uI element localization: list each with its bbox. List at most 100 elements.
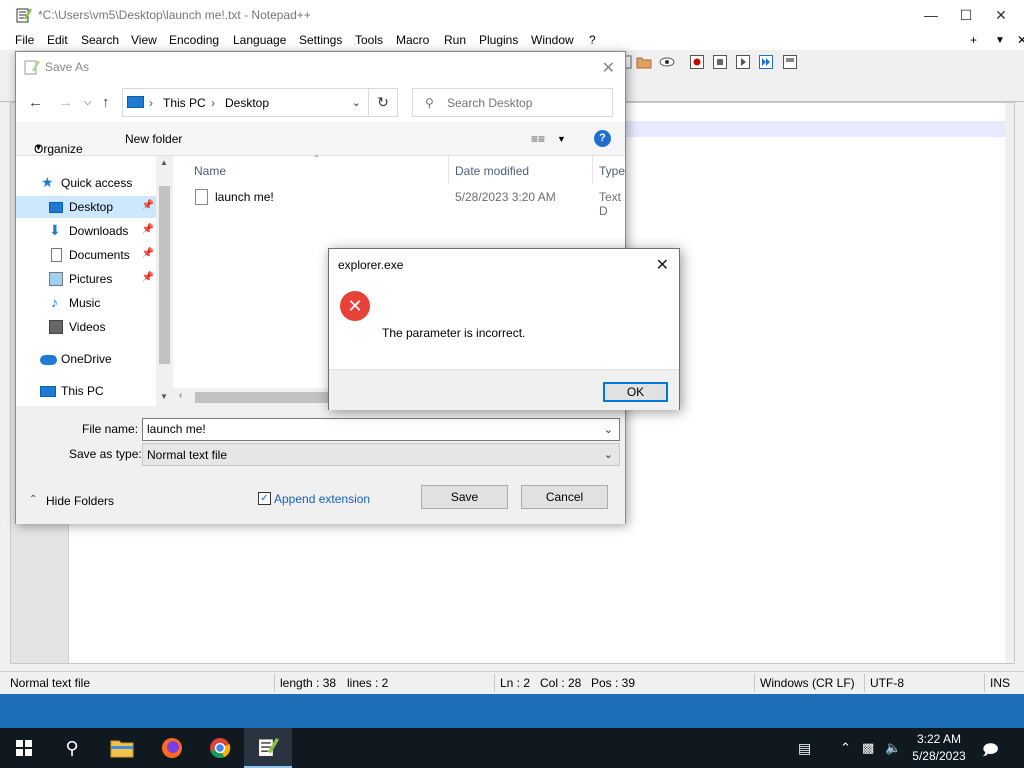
address-bar[interactable]: › This PC › Desktop ⌄ <box>122 88 384 117</box>
save-as-title-bar[interactable]: Save As ✕ <box>16 52 625 82</box>
tab-list-button[interactable]: ▼ <box>995 35 1005 46</box>
breadcrumb-desktop[interactable]: Desktop <box>225 96 269 110</box>
tree-item-quick-access[interactable]: ★ Quick access <box>16 172 156 194</box>
table-row[interactable]: launch me! 5/28/2023 3:20 AM Text D <box>185 186 625 218</box>
notepad-plus-plus-icon <box>257 737 279 758</box>
taskbar-file-explorer[interactable] <box>98 728 146 768</box>
music-icon: ♪ <box>51 294 58 310</box>
onedrive-icon <box>40 355 57 365</box>
status-file-type: Normal text file <box>10 676 91 690</box>
tree-item-videos[interactable]: Videos <box>16 316 156 338</box>
error-dialog-footer: OK <box>329 369 679 410</box>
menu-settings[interactable]: Settings <box>299 33 342 47</box>
menu-macro[interactable]: Macro <box>396 33 429 47</box>
windows-logo-icon <box>16 740 32 756</box>
refresh-button[interactable]: ↻ <box>368 88 398 117</box>
file-name-field[interactable]: ⌄ <box>142 418 620 441</box>
up-arrow-icon[interactable]: ↑ <box>102 94 110 111</box>
hide-folders-button[interactable]: Hide Folders <box>46 494 114 508</box>
tree-item-pictures[interactable]: Pictures 📌 <box>16 268 156 290</box>
scroll-up-icon[interactable]: ▲ <box>160 158 168 167</box>
menu-encoding[interactable]: Encoding <box>169 33 219 47</box>
ok-button[interactable]: OK <box>603 382 668 402</box>
taskbar-clock[interactable]: 3:22 AM 5/28/2023 <box>904 731 974 765</box>
taskbar-chrome[interactable] <box>196 728 244 768</box>
refresh-icon: ↻ <box>377 94 389 110</box>
taskbar-firefox[interactable] <box>148 728 196 768</box>
play-multiple-icon[interactable] <box>758 54 774 70</box>
help-icon[interactable]: ? <box>594 130 611 147</box>
chevron-down-icon[interactable]: ⌄ <box>604 448 613 461</box>
save-macro-icon[interactable] <box>782 54 798 70</box>
pictures-icon <box>49 272 63 286</box>
forward-arrow-icon[interactable]: → <box>58 94 73 111</box>
editor-vertical-scrollbar[interactable] <box>1005 103 1014 663</box>
documents-icon <box>51 248 62 262</box>
save-button[interactable]: Save <box>421 485 508 509</box>
menu-window[interactable]: Window <box>531 33 574 47</box>
eye-icon[interactable] <box>659 54 675 70</box>
task-view-icon[interactable]: ▤ <box>798 740 811 757</box>
taskbar-search-button[interactable]: ⚲ <box>48 728 96 768</box>
append-extension-checkbox[interactable]: ✓ <box>258 492 271 505</box>
search-icon: ⚲ <box>425 96 434 110</box>
search-input[interactable] <box>447 94 607 112</box>
menu-help[interactable]: ? <box>589 33 596 47</box>
column-header-name[interactable]: Name <box>194 164 226 178</box>
status-separator <box>754 674 755 692</box>
folder-icon[interactable] <box>636 54 652 70</box>
search-box[interactable]: ⚲ <box>412 88 613 117</box>
play-macro-icon[interactable] <box>735 54 751 70</box>
tree-item-music[interactable]: ♪ Music <box>16 292 156 314</box>
show-hidden-icons-chevron-icon[interactable]: ⌃ <box>840 740 851 756</box>
stop-macro-icon[interactable] <box>712 54 728 70</box>
npp-title-bar[interactable]: *C:\Users\vm5\Desktop\launch me!.txt - N… <box>0 0 1024 30</box>
chevron-down-icon[interactable]: ⌄ <box>604 423 613 436</box>
record-macro-icon[interactable] <box>689 54 705 70</box>
close-button[interactable]: ✕ <box>978 0 1024 30</box>
breadcrumb-this-pc[interactable]: This PC <box>163 96 206 110</box>
network-icon[interactable]: ▩ <box>862 740 874 756</box>
cancel-button[interactable]: Cancel <box>521 485 608 509</box>
scroll-left-icon[interactable]: ‹ <box>179 390 182 401</box>
menu-plugins[interactable]: Plugins <box>479 33 518 47</box>
taskbar-notepad-plus-plus[interactable] <box>244 728 292 768</box>
menu-file[interactable]: File <box>15 33 34 47</box>
recent-locations-chevron-icon[interactable]: ⌵ <box>84 97 92 108</box>
column-separator[interactable] <box>448 156 449 184</box>
tree-item-this-pc[interactable]: This PC <box>16 380 156 402</box>
notifications-icon[interactable]: 🗩 <box>982 740 999 765</box>
append-extension-label[interactable]: Append extension <box>274 492 370 506</box>
back-arrow-icon[interactable]: ← <box>28 94 43 111</box>
column-header-date-modified[interactable]: Date modified <box>455 164 529 178</box>
chevron-up-icon[interactable]: ⌃ <box>29 494 37 505</box>
view-chevron-down-icon[interactable]: ▼ <box>557 134 566 144</box>
save-as-type-select[interactable]: Normal text file ⌄ <box>142 443 620 466</box>
scrollbar-thumb[interactable] <box>195 392 335 403</box>
menu-run[interactable]: Run <box>444 33 466 47</box>
column-header-type[interactable]: Type <box>599 164 625 178</box>
column-separator[interactable] <box>592 156 593 184</box>
menu-edit[interactable]: Edit <box>47 33 68 47</box>
close-tab-button[interactable]: ✕ <box>1017 33 1024 47</box>
file-name-input[interactable] <box>147 422 587 436</box>
menu-view[interactable]: View <box>131 33 157 47</box>
scrollbar-thumb[interactable] <box>159 186 170 364</box>
volume-muted-icon[interactable]: 🔈 <box>885 740 901 756</box>
tree-item-downloads[interactable]: ⬇ Downloads 📌 <box>16 220 156 242</box>
add-tab-button[interactable]: + <box>970 33 977 47</box>
menu-language[interactable]: Language <box>233 33 286 47</box>
scroll-down-icon[interactable]: ▼ <box>160 392 168 401</box>
save-as-close-icon[interactable]: ✕ <box>602 58 615 78</box>
navigation-pane-scrollbar[interactable]: ▲ ▼ <box>156 156 173 406</box>
tree-item-onedrive[interactable]: OneDrive <box>16 348 156 370</box>
menu-tools[interactable]: Tools <box>355 33 383 47</box>
start-button[interactable] <box>0 728 48 768</box>
view-options-icon[interactable]: ≡≡ <box>531 132 545 146</box>
tree-item-desktop[interactable]: Desktop 📌 <box>16 196 156 218</box>
error-close-icon[interactable]: ✕ <box>656 255 669 275</box>
menu-search[interactable]: Search <box>81 33 119 47</box>
address-dropdown-chevron-icon[interactable]: ⌄ <box>352 96 361 109</box>
new-folder-button[interactable]: New folder <box>125 132 182 146</box>
tree-item-documents[interactable]: Documents 📌 <box>16 244 156 266</box>
